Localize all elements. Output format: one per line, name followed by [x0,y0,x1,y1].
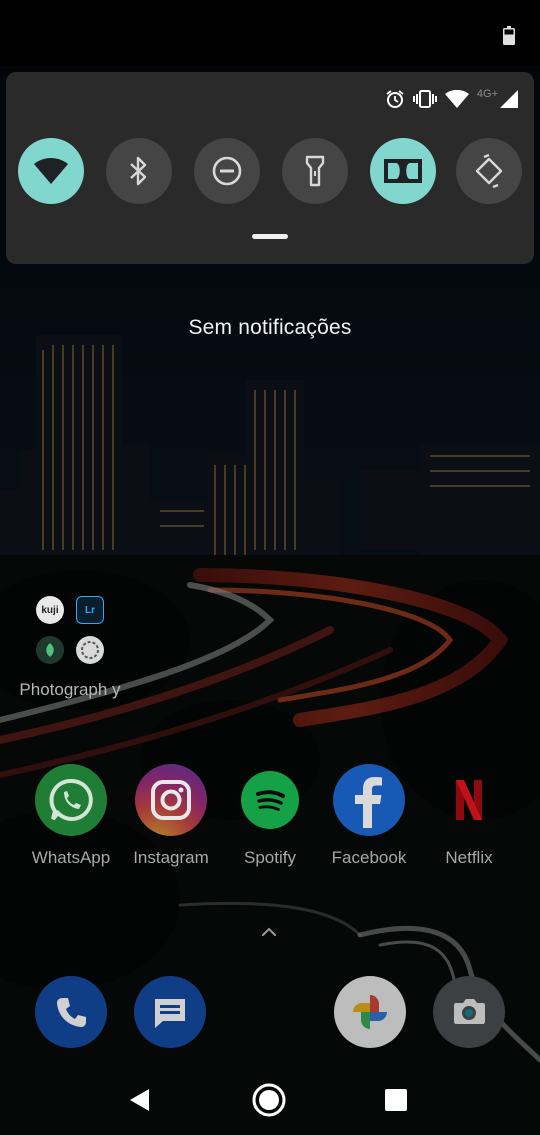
messages-app-icon[interactable] [134,976,206,1048]
phone-icon [57,998,86,1027]
qs-tile-do-not-disturb[interactable] [194,138,260,204]
nav-back-button[interactable] [122,1082,158,1118]
back-icon [130,1089,149,1111]
qs-status-icons: 4G+ [385,88,518,110]
app-label: Instagram [133,848,209,867]
quick-settings-tiles [18,138,522,204]
qs-tile-flashlight[interactable] [282,138,348,204]
qs-tile-dolby[interactable] [370,138,436,204]
netflix-icon [433,764,505,836]
qs-expand-handle[interactable] [252,234,288,239]
instagram-icon [135,764,207,836]
network-type-label: 4G+ [476,88,498,100]
wifi-icon [34,158,68,184]
vibrate-icon [412,90,437,108]
app-drawer-arrow-icon[interactable] [260,926,278,938]
app-instagram[interactable]: Instagram [133,764,209,867]
messages-icon [155,999,185,1028]
qs-tile-auto-rotate[interactable] [456,138,522,204]
nav-recents-button[interactable] [378,1082,414,1118]
phone-app-icon[interactable] [35,976,107,1048]
app-whatsapp[interactable]: WhatsApp [32,764,110,867]
do-not-disturb-icon [212,156,242,186]
quick-settings-panel: 4G+ [6,72,534,264]
app-netflix[interactable]: Netflix [431,764,507,867]
google-photos-app-icon[interactable] [334,976,406,1048]
status-bar-strip [0,0,540,66]
kuji-cam-icon: kuji [36,596,64,624]
camera-icon [454,999,485,1024]
alarm-icon [386,90,404,108]
navigation-bar [0,1064,540,1135]
camera-lens-icon [76,636,104,664]
qs-tile-bluetooth[interactable] [106,138,172,204]
recents-icon [385,1089,407,1111]
nav-home-button[interactable] [251,1082,287,1118]
spotify-icon [241,771,299,829]
whatsapp-icon [35,764,107,836]
folder-label: Photograph y [19,680,121,699]
camera-app-icon[interactable] [433,976,505,1048]
wifi-icon [444,90,469,108]
qs-tile-wifi[interactable] [18,138,84,204]
battery-icon [503,26,515,45]
app-label: Facebook [331,848,407,867]
app-spotify[interactable]: Spotify [232,764,308,867]
app-label: Netflix [445,848,493,867]
home-icon [252,1083,286,1117]
photography-folder[interactable]: kuji Lr [30,590,110,670]
bluetooth-icon [130,156,147,186]
google-photos-icon [353,995,387,1029]
app-label: WhatsApp [31,848,111,867]
flashlight-icon [305,155,325,187]
cell-signal-icon [500,90,518,108]
no-notifications-text: Sem notificações [188,316,352,339]
lightroom-icon: Lr [76,596,104,624]
facebook-icon [333,764,405,836]
snapseed-icon [36,636,64,664]
auto-rotate-icon [475,154,503,188]
dolby-icon [384,159,422,183]
app-facebook[interactable]: Facebook [331,764,407,867]
app-label: Spotify [244,848,296,867]
